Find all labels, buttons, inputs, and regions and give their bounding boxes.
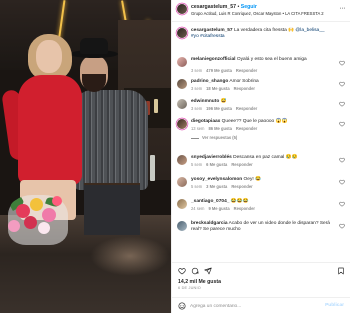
caption-text: La verdadera cita fressta 🙌 xyxy=(233,28,295,33)
comment-username[interactable]: diegotapiaax xyxy=(191,119,220,124)
comment-likes[interactable]: 3 Me gusta xyxy=(206,184,227,189)
comment: brecksaldgarcia Acabo de ver un video do… xyxy=(172,220,350,260)
caption-mention[interactable]: @la_belisa__ xyxy=(295,28,324,33)
reply-button[interactable]: Responder xyxy=(236,68,257,73)
reply-button[interactable]: Responder xyxy=(236,106,257,111)
comment-username[interactable]: melaniegonzofficial xyxy=(191,57,236,62)
heart-icon[interactable] xyxy=(339,157,345,163)
post-date: 6 DE JUNIO xyxy=(178,286,201,290)
action-bar xyxy=(172,262,350,276)
comment-text: Queee?? Que le paoooo 😱😱 xyxy=(221,119,288,124)
comment-time: 5 sem xyxy=(191,184,203,189)
comment: yosoy_evelynsalomon Oey! 😂 5 sem 3 Me gus… xyxy=(172,176,350,198)
avatar[interactable] xyxy=(177,177,187,187)
comment: edwinmnuto 😅 3 sem 196 Me gusta Responder xyxy=(172,98,350,120)
avatar[interactable] xyxy=(177,4,187,14)
avatar[interactable] xyxy=(177,57,187,67)
comment-time: 3 sem xyxy=(191,68,203,73)
bookmark-icon[interactable] xyxy=(337,267,345,275)
post-photo[interactable] xyxy=(0,0,171,313)
heart-icon[interactable] xyxy=(339,101,345,107)
heart-icon[interactable] xyxy=(339,81,345,87)
comment-input[interactable] xyxy=(190,301,310,311)
comment-likes[interactable]: 9 Me gusta xyxy=(208,206,229,211)
comment-time: 3 sem xyxy=(191,86,203,91)
comment-icon[interactable] xyxy=(191,267,199,275)
comment-username[interactable]: snyedjavierroblés xyxy=(191,155,232,160)
view-replies-label: Ver respuestas (5) xyxy=(202,135,238,140)
comment-time: 5 sem xyxy=(191,162,203,167)
comment-likes[interactable]: 18 Me gusta xyxy=(206,86,229,91)
heart-icon[interactable] xyxy=(178,267,186,275)
comments-panel: cesargastelum_57 • Seguir Grupo Actitud,… xyxy=(171,0,350,313)
comment-time: 13 sem xyxy=(191,126,205,131)
comment: _santiago_0704_ 😂😂😂 24 sem 9 Me gusta Resp… xyxy=(172,198,350,220)
heart-icon[interactable] xyxy=(339,201,345,207)
caption-username[interactable]: cesargastelum_57 xyxy=(191,28,233,33)
send-icon[interactable] xyxy=(204,267,212,275)
comment-username[interactable]: edwinmnuto xyxy=(191,99,219,104)
comment: snyedjavierroblés Descansa en paz camal … xyxy=(172,154,350,176)
comment: melaniegonzofficial Oyalá y esto sea el … xyxy=(172,56,350,78)
comment-username[interactable]: padrino_shango xyxy=(191,79,228,84)
comment: padrino_shango Amor Sobrina 3 sem 18 Me g… xyxy=(172,78,350,100)
comment-text: Oyalá y esto sea el buenn amiga xyxy=(236,57,307,62)
comment-text: Amor Sobrina xyxy=(229,79,259,84)
header-separator: • xyxy=(237,4,240,10)
header-username[interactable]: cesargastelum_57 xyxy=(191,4,236,10)
reply-button[interactable]: Responder xyxy=(231,162,252,167)
comment-username[interactable]: brecksaldgarcia xyxy=(191,221,228,226)
follow-button[interactable]: Seguir xyxy=(241,4,257,10)
emoji-icon[interactable] xyxy=(178,302,186,310)
heart-icon[interactable] xyxy=(339,121,345,127)
post-header: cesargastelum_57 • Seguir Grupo Actitud,… xyxy=(172,0,350,22)
publish-button[interactable]: Publicar xyxy=(325,303,344,308)
view-replies-button[interactable]: Ver respuestas (5) xyxy=(191,135,237,140)
comment-text: Oey! 😂 xyxy=(243,177,261,182)
caption-hashtags[interactable]: #yo #citafressta xyxy=(191,34,225,39)
heart-icon[interactable] xyxy=(339,179,345,185)
comment-time: 3 sem xyxy=(191,106,203,111)
comment-likes[interactable]: 479 Me gusta xyxy=(206,68,232,73)
comment: diegotapiaax Queee?? Que le paoooo 😱😱 13… xyxy=(172,118,350,148)
comment-likes[interactable]: 6 Me gusta xyxy=(206,162,227,167)
comment-text: 😂😂😂 xyxy=(230,199,249,204)
header-subtitle[interactable]: Grupo Actitud, Luis R Conriquez, Oscar M… xyxy=(191,11,324,16)
comment-username[interactable]: yosoy_evelynsalomon xyxy=(191,177,242,182)
comment-likes[interactable]: 196 Me gusta xyxy=(206,106,232,111)
comment-text: Descansa en paz camal 😢😢 xyxy=(233,155,298,160)
avatar[interactable] xyxy=(177,119,187,129)
reply-button[interactable]: Responder xyxy=(234,86,255,91)
avatar[interactable] xyxy=(177,79,187,89)
comment-time: 24 sem xyxy=(191,206,205,211)
avatar[interactable] xyxy=(177,221,187,231)
comment-composer: Publicar xyxy=(172,297,350,313)
avatar[interactable] xyxy=(177,28,187,38)
avatar[interactable] xyxy=(177,199,187,209)
avatar[interactable] xyxy=(177,155,187,165)
comment-likes[interactable]: 86 Me gusta xyxy=(208,126,231,131)
reply-button[interactable]: Responder xyxy=(236,126,257,131)
reply-button[interactable]: Responder xyxy=(231,184,252,189)
avatar[interactable] xyxy=(177,99,187,109)
more-horizontal-icon[interactable]: ··· xyxy=(340,5,346,12)
comment-text: 😅 xyxy=(220,99,227,104)
heart-icon[interactable] xyxy=(339,223,345,229)
reply-button[interactable]: Responder xyxy=(234,206,255,211)
instagram-post-window: cesargastelum_57 • Seguir Grupo Actitud,… xyxy=(0,0,350,313)
comment-username[interactable]: _santiago_0704_ xyxy=(191,199,229,204)
likes-count[interactable]: 14,2 mil Me gusta xyxy=(178,279,221,285)
heart-icon[interactable] xyxy=(339,60,345,66)
